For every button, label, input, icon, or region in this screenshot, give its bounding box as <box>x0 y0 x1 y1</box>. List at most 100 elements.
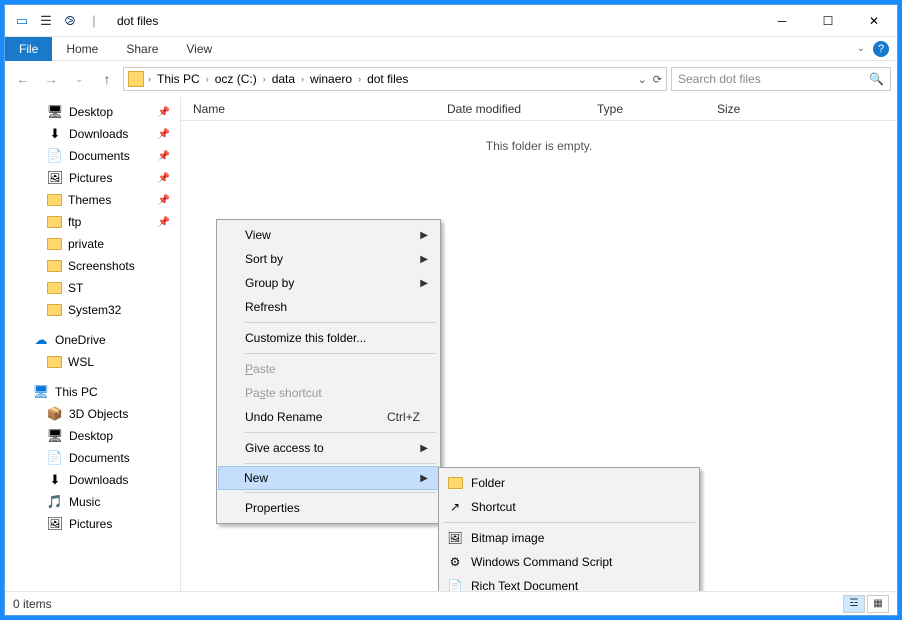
nav-pane[interactable]: 🖥Desktop📌⬇Downloads📌📄Documents📌🖼Pictures… <box>5 97 181 591</box>
maximize-button[interactable]: ☐ <box>805 6 851 36</box>
context-menu-item: Paste shortcut <box>219 381 438 405</box>
folder-icon <box>47 356 62 368</box>
col-type[interactable]: Type <box>585 102 705 116</box>
new-submenu[interactable]: Folder↗Shortcut 🖼Bitmap image⚙Windows Com… <box>438 467 700 591</box>
col-date[interactable]: Date modified <box>435 102 585 116</box>
sidebar-onedrive[interactable]: ☁OneDrive <box>5 329 180 351</box>
pin-icon: 📌 <box>158 151 170 162</box>
sidebar-item[interactable]: 🖼Pictures📌 <box>5 167 180 189</box>
qat-divider: | <box>83 10 105 32</box>
recent-dropdown[interactable]: ⌄ <box>67 67 91 91</box>
file-tab[interactable]: File <box>5 37 52 61</box>
sidebar-item[interactable]: 📦3D Objects <box>5 403 180 425</box>
sidebar-item[interactable]: Screenshots <box>5 255 180 277</box>
folder-icon <box>47 260 62 272</box>
sidebar-item[interactable]: private <box>5 233 180 255</box>
sidebar-item[interactable]: 🖼Pictures <box>5 513 180 535</box>
sidebar-item[interactable]: Themes📌 <box>5 189 180 211</box>
help-icon[interactable]: ? <box>873 41 889 57</box>
context-menu-item[interactable]: New▶ <box>218 466 439 490</box>
new-submenu-item[interactable]: 🖼Bitmap image <box>441 526 697 550</box>
col-name[interactable]: Name <box>181 102 435 116</box>
close-button[interactable]: ✕ <box>851 6 897 36</box>
search-input[interactable]: Search dot files 🔍 <box>671 67 891 91</box>
submenu-arrow-icon: ▶ <box>420 443 428 454</box>
breadcrumb-item[interactable]: data <box>270 72 297 86</box>
empty-folder-message: This folder is empty. <box>181 121 897 153</box>
rtf-icon: 📄 <box>447 578 463 591</box>
breadcrumb-item[interactable]: This PC <box>155 72 202 86</box>
context-menu-item[interactable]: Group by▶ <box>219 271 438 295</box>
desktop-icon: 🖥 <box>47 428 63 444</box>
sidebar-item[interactable]: 📄Documents📌 <box>5 145 180 167</box>
shortcut-icon: ↗ <box>447 499 463 515</box>
pc-icon: 🖥 <box>33 384 49 400</box>
context-menu-item[interactable]: Undo RenameCtrl+Z <box>219 405 438 429</box>
minimize-button[interactable]: ─ <box>759 6 805 36</box>
home-tab[interactable]: Home <box>52 38 112 60</box>
context-menu-item[interactable]: Refresh <box>219 295 438 319</box>
submenu-arrow-icon: ▶ <box>420 230 428 241</box>
nav-toolbar: ← → ⌄ ↑ › This PC › ocz (C:) › data › wi… <box>5 61 897 97</box>
qat-properties-icon[interactable]: ☰ <box>35 10 57 32</box>
folder-icon <box>447 475 463 491</box>
context-menu-item[interactable]: Give access to▶ <box>219 436 438 460</box>
submenu-arrow-icon: ▶ <box>420 473 428 484</box>
pin-icon: 📌 <box>158 129 170 140</box>
sidebar-item[interactable]: ST <box>5 277 180 299</box>
details-view-button[interactable]: ☲ <box>843 595 865 613</box>
ribbon-expand-icon[interactable]: ⌄ <box>857 43 865 54</box>
pictures-icon: 🖼 <box>47 516 63 532</box>
breadcrumb-item[interactable]: dot files <box>365 72 410 86</box>
onedrive-icon: ☁ <box>33 332 49 348</box>
share-tab[interactable]: Share <box>112 38 172 60</box>
column-headers[interactable]: Name Date modified Type Size <box>181 97 897 121</box>
new-submenu-item[interactable]: ↗Shortcut <box>441 495 697 519</box>
bitmap-icon: 🖼 <box>447 530 463 546</box>
search-icon: 🔍 <box>869 72 884 86</box>
new-submenu-item[interactable]: Folder <box>441 471 697 495</box>
folder-icon <box>47 304 62 316</box>
sidebar-item[interactable]: 🖥Desktop📌 <box>5 101 180 123</box>
pin-icon: 📌 <box>158 173 170 184</box>
pin-icon: 📌 <box>158 195 170 206</box>
context-menu-item: Paste <box>219 357 438 381</box>
context-menu-item[interactable]: Properties <box>219 496 438 520</box>
pin-icon: 📌 <box>158 217 170 228</box>
sidebar-item[interactable]: System32 <box>5 299 180 321</box>
sidebar-item[interactable]: 🎵Music <box>5 491 180 513</box>
sidebar-wsl[interactable]: WSL <box>5 351 180 373</box>
sidebar-item[interactable]: 📄Documents <box>5 447 180 469</box>
col-size[interactable]: Size <box>705 102 795 116</box>
window-title: dot files <box>111 14 158 28</box>
breadcrumb-item[interactable]: winaero <box>308 72 354 86</box>
thumbnails-view-button[interactable]: ▦ <box>867 595 889 613</box>
titlebar: ▭ ☰ ⧁ | dot files ─ ☐ ✕ <box>5 5 897 37</box>
context-menu[interactable]: View▶Sort by▶Group by▶Refresh Customize t… <box>216 219 441 524</box>
context-menu-item[interactable]: View▶ <box>219 223 438 247</box>
documents-icon: 📄 <box>47 450 63 466</box>
address-bar[interactable]: › This PC › ocz (C:) › data › winaero › … <box>123 67 667 91</box>
qat-powershell-icon[interactable]: ⧁ <box>59 10 81 32</box>
new-submenu-item[interactable]: ⚙Windows Command Script <box>441 550 697 574</box>
view-tab[interactable]: View <box>172 38 226 60</box>
sidebar-item[interactable]: ⬇Downloads📌 <box>5 123 180 145</box>
submenu-arrow-icon: ▶ <box>420 278 428 289</box>
up-button[interactable]: ↑ <box>95 67 119 91</box>
sidebar-thispc[interactable]: 🖥This PC <box>5 381 180 403</box>
context-menu-item[interactable]: Sort by▶ <box>219 247 438 271</box>
sidebar-item[interactable]: ftp📌 <box>5 211 180 233</box>
sidebar-item[interactable]: ⬇Downloads <box>5 469 180 491</box>
address-dropdown-icon[interactable]: ⌄ <box>638 73 647 86</box>
folder-icon <box>47 238 62 250</box>
new-submenu-item[interactable]: 📄Rich Text Document <box>441 574 697 591</box>
forward-button[interactable]: → <box>39 67 63 91</box>
sidebar-item[interactable]: 🖥Desktop <box>5 425 180 447</box>
refresh-icon[interactable]: ⟳ <box>653 73 662 86</box>
ribbon-tabs: File Home Share View ⌄ ? <box>5 37 897 61</box>
folder-icon <box>47 216 62 228</box>
context-menu-item[interactable]: Customize this folder... <box>219 326 438 350</box>
breadcrumb-item[interactable]: ocz (C:) <box>213 72 259 86</box>
item-count: 0 items <box>13 597 52 611</box>
back-button[interactable]: ← <box>11 67 35 91</box>
